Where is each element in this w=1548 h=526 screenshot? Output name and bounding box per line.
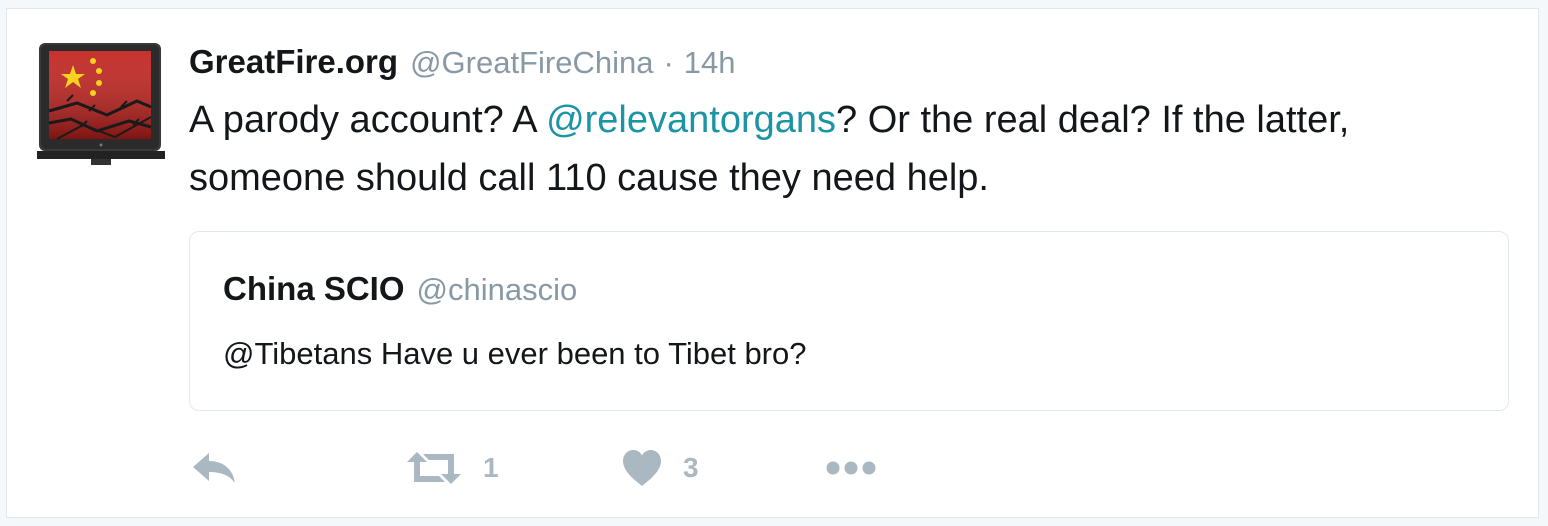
more-button[interactable]	[825, 445, 877, 491]
quoted-tweet-header: China SCIO @chinascio	[223, 270, 577, 308]
quoted-author-fullname: China SCIO	[223, 270, 405, 307]
author-username[interactable]: @GreatFireChina	[410, 45, 653, 81]
tweet-text: A parody account? A @relevantorgans? Or …	[189, 91, 1499, 207]
header-separator: ·	[663, 45, 674, 80]
quoted-tweet[interactable]: China SCIO @chinascio @Tibetans Have u e…	[189, 231, 1509, 411]
tweet-timestamp[interactable]: 14h	[684, 45, 736, 81]
tweet-card[interactable]: GreatFire.org @GreatFireChina · 14h A pa…	[6, 8, 1539, 518]
retweet-button[interactable]: 1	[405, 445, 499, 491]
tweet-text-part1: A parody account? A	[189, 99, 547, 141]
reply-icon	[193, 453, 235, 483]
retweet-count: 1	[483, 452, 499, 483]
more-icon	[826, 461, 876, 475]
quoted-author-username: @chinascio	[416, 272, 578, 307]
quoted-tweet-text: @Tibetans Have u ever been to Tibet bro?	[223, 336, 807, 371]
retweet-icon	[407, 452, 461, 484]
like-button[interactable]: 3	[621, 445, 699, 491]
like-count: 3	[683, 452, 699, 483]
mention-link[interactable]: @relevantorgans	[546, 99, 836, 141]
tweet-header: GreatFire.org @GreatFireChina · 14h	[189, 43, 736, 83]
reply-button[interactable]	[191, 445, 237, 491]
heart-icon	[623, 450, 661, 486]
author-fullname[interactable]: GreatFire.org	[189, 43, 398, 81]
avatar-tv-flag-icon	[37, 43, 165, 165]
avatar[interactable]	[37, 41, 165, 169]
